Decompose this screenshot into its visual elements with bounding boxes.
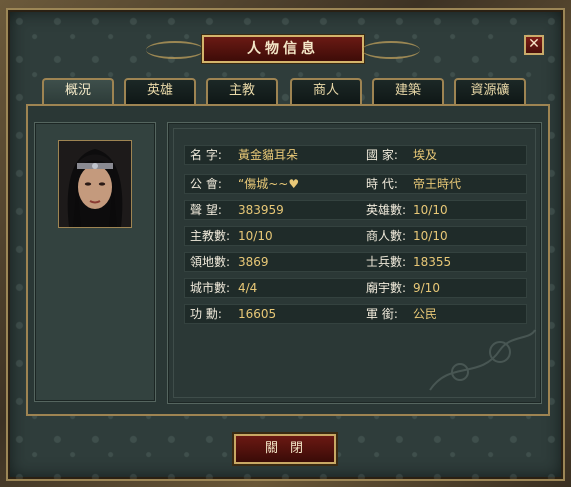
tab-buildings[interactable]: 建築 [372,78,444,104]
info-row-merit: 功 勳: 16605 軍 銜: 公民 [184,304,527,324]
info-row-name: 名 字: 黃金貓耳朵 國 家: 埃及 [184,145,527,165]
value-city-count: 4/4 [238,281,258,295]
close-button[interactable]: 關閉 [234,434,336,464]
label-merchant-count: 商人數: [366,229,407,243]
value-territory-count: 3869 [238,255,269,269]
label-name: 名 字: [190,148,222,162]
value-country: 埃及 [413,148,438,162]
value-hero-count: 10/10 [413,203,448,217]
label-city-count: 城市數: [190,281,231,295]
value-prestige: 383959 [238,203,284,217]
label-rank: 軍 銜: [366,307,398,321]
label-territory-count: 領地數: [190,255,231,269]
tab-merchants[interactable]: 商人 [290,78,362,104]
info-row-guild: 公 會: “傷城~~♥ 時 代: 帝王時代 [184,174,527,194]
value-guild: “傷城~~♥ [238,177,300,191]
tab-bar: 概況 英雄 主教 商人 建築 資源礦 [42,78,528,106]
label-hero-count: 英雄數: [366,203,407,217]
info-row-cities: 城市數: 4/4 廟宇數: 9/10 [184,278,527,298]
value-merchant-count: 10/10 [413,229,448,243]
tab-heroes[interactable]: 英雄 [124,78,196,104]
value-era: 帝王時代 [413,177,462,191]
title-ornament-right [362,41,420,59]
value-rank: 公民 [413,307,438,321]
label-temple-count: 廟宇數: [366,281,407,295]
dialog-title: 人物信息 [202,35,364,63]
tab-bishops[interactable]: 主教 [206,78,278,104]
value-name: 黃金貓耳朵 [238,148,299,162]
value-merit: 16605 [238,307,277,321]
label-bishop-count: 主教數: [190,229,231,243]
title-plaque: 人物信息 [146,35,420,63]
value-temple-count: 9/10 [413,281,440,295]
tab-resources[interactable]: 資源礦 [454,78,526,104]
label-era: 時 代: [366,177,398,191]
info-row-bishops: 主教數: 10/10 商人數: 10/10 [184,226,527,246]
tab-overview[interactable]: 概況 [42,78,114,106]
label-soldier-count: 士兵數: [366,255,407,269]
close-icon[interactable]: ✕ [524,35,544,55]
title-ornament-left [146,41,204,59]
label-prestige: 聲 望: [190,203,222,217]
info-row-territory: 領地數: 3869 士兵數: 18355 [184,252,527,272]
value-soldier-count: 18355 [413,255,452,269]
floral-ornament-icon [429,329,536,391]
character-portrait-icon [58,140,132,228]
label-merit: 功 勳: [190,307,222,321]
label-country: 國 家: [366,148,398,162]
info-row-prestige: 聲 望: 383959 英雄數: 10/10 [184,200,527,220]
value-bishop-count: 10/10 [238,229,273,243]
label-guild: 公 會: [190,177,222,191]
